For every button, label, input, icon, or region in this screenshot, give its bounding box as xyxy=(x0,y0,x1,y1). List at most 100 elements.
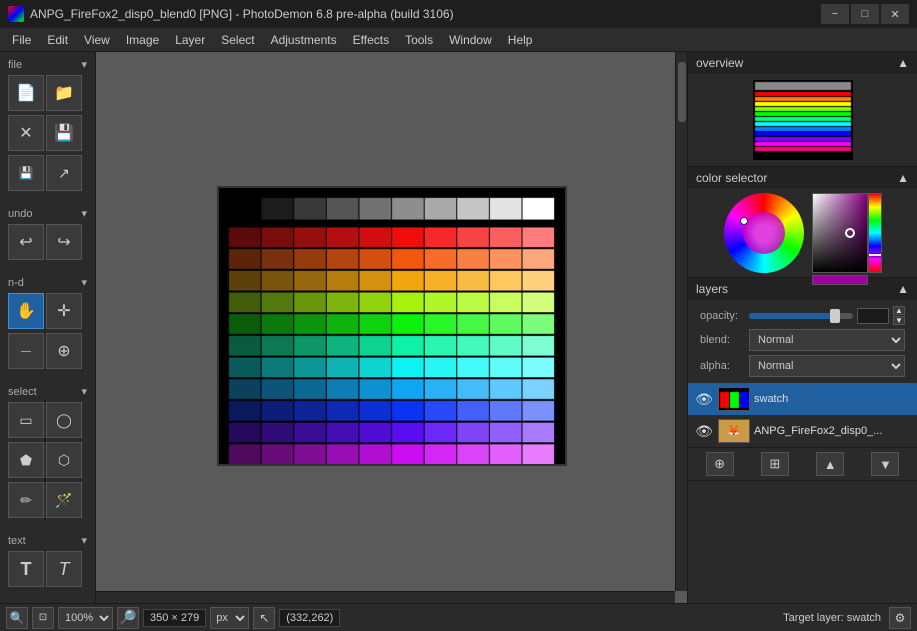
horizontal-scrollbar[interactable] xyxy=(96,591,675,603)
export-button[interactable]: ↗ xyxy=(46,155,82,191)
move-layer-down-button[interactable]: ▼ xyxy=(871,452,899,476)
opacity-spinners: ▲ ▼ xyxy=(893,306,905,325)
opacity-slider[interactable] xyxy=(749,313,853,319)
layer-visibility-firefox[interactable]: 👁 xyxy=(694,421,714,441)
undo-button[interactable]: ↩ xyxy=(8,224,44,260)
color-wheel-selector[interactable] xyxy=(740,217,748,225)
unit-select[interactable]: px % cm xyxy=(210,607,249,629)
text-section-toggle[interactable]: ▾ xyxy=(81,534,87,547)
text-section: text ▾ T T xyxy=(0,528,95,593)
ellipse-select-tool[interactable]: ◯ xyxy=(46,402,82,438)
color-picker-cursor xyxy=(845,228,855,238)
close-button-tool[interactable]: ✕ xyxy=(8,115,44,151)
move-layer-up-button[interactable]: ▲ xyxy=(816,452,844,476)
layer-item-firefox[interactable]: 👁 🦊 ANPG_FireFox2_disp0_... xyxy=(688,415,917,447)
overview-collapse-icon[interactable]: ▲ xyxy=(897,56,909,70)
zoom-in-button[interactable]: 🔎 xyxy=(117,607,139,629)
opacity-fill xyxy=(749,313,832,319)
zoom-out-button[interactable]: 🔍 xyxy=(6,607,28,629)
pan-tool[interactable]: ✋ xyxy=(8,293,44,329)
menu-item-select[interactable]: Select xyxy=(213,29,262,51)
menu-item-file[interactable]: File xyxy=(4,29,39,51)
menu-item-window[interactable]: Window xyxy=(441,29,500,51)
overview-title: overview xyxy=(696,56,743,70)
menu-item-tools[interactable]: Tools xyxy=(397,29,441,51)
coord-display: (332,262) xyxy=(279,609,340,627)
nd-section-toggle[interactable]: ▾ xyxy=(81,276,87,289)
menu-item-help[interactable]: Help xyxy=(500,29,541,51)
hue-indicator xyxy=(869,254,881,256)
color-selector-collapse-icon[interactable]: ▲ xyxy=(897,171,909,185)
italic-text-tool[interactable]: T xyxy=(46,551,82,587)
move-tool[interactable]: ✛ xyxy=(46,293,82,329)
open-button[interactable]: 📁 xyxy=(46,75,82,111)
nd-tool4[interactable]: ⊕ xyxy=(46,333,82,369)
text-section-label: text xyxy=(8,535,26,547)
vertical-scrollbar[interactable] xyxy=(675,52,687,591)
alpha-select[interactable]: Normal Multiply Screen xyxy=(749,355,905,377)
color-wheel-inner xyxy=(743,212,785,254)
menu-item-edit[interactable]: Edit xyxy=(39,29,76,51)
save-button[interactable]: 💾 xyxy=(46,115,82,151)
file-section: file ▾ 📄 📁 ✕ 💾 💾 ↗ xyxy=(0,52,95,197)
rect-select-tool[interactable]: ▭ xyxy=(8,402,44,438)
save-copy-button[interactable]: 💾 xyxy=(8,155,44,191)
color-picker-hue-bar[interactable] xyxy=(868,193,882,273)
opacity-thumb[interactable] xyxy=(830,309,840,323)
close-button[interactable]: ✕ xyxy=(881,4,909,24)
redo-button[interactable]: ↪ xyxy=(46,224,82,260)
menu-item-image[interactable]: Image xyxy=(118,29,167,51)
new-button[interactable]: 📄 xyxy=(8,75,44,111)
canvas-image[interactable] xyxy=(217,186,567,466)
merge-visible-button[interactable]: ⊞ xyxy=(761,452,789,476)
menu-item-layer[interactable]: Layer xyxy=(167,29,213,51)
text-tool[interactable]: T xyxy=(8,551,44,587)
opacity-up[interactable]: ▲ xyxy=(893,306,905,315)
layer-visibility-swatch[interactable]: 👁 xyxy=(694,389,714,409)
blend-select[interactable]: Normal Multiply Screen Overlay xyxy=(749,329,905,351)
color-selector-title: color selector xyxy=(696,171,767,185)
canvas-area[interactable] xyxy=(96,52,687,603)
color-picker-gradient[interactable] xyxy=(812,193,868,273)
left-toolbar: file ▾ 📄 📁 ✕ 💾 💾 ↗ undo ▾ xyxy=(0,52,96,603)
select-section-toggle[interactable]: ▾ xyxy=(81,385,87,398)
layer-item-swatch[interactable]: 👁 swatch xyxy=(688,383,917,415)
layer-thumb-swatch xyxy=(718,387,750,411)
nd-tool3[interactable]: — xyxy=(8,333,44,369)
file-section-toggle[interactable]: ▾ xyxy=(81,58,87,71)
color-selector-section: color selector ▲ xyxy=(688,167,917,278)
pencil-tool[interactable]: ✏ xyxy=(8,482,44,518)
opacity-down[interactable]: ▼ xyxy=(893,316,905,325)
magic-wand-tool[interactable]: ⬡ xyxy=(46,442,82,478)
lasso-tool[interactable]: ⬟ xyxy=(8,442,44,478)
layer-name-firefox: ANPG_FireFox2_disp0_... xyxy=(754,425,911,437)
color-wheel-container[interactable] xyxy=(724,193,804,273)
undo-section-label: undo xyxy=(8,208,32,220)
right-panel: overview ▲ color selector ▲ xyxy=(687,52,917,603)
layers-header[interactable]: layers ▲ xyxy=(688,278,917,300)
color-picker-container[interactable] xyxy=(812,193,882,273)
overview-header[interactable]: overview ▲ xyxy=(688,52,917,74)
opacity-value-input[interactable]: 100 xyxy=(857,308,889,324)
menu-item-effects[interactable]: Effects xyxy=(345,29,397,51)
overview-section: overview ▲ xyxy=(688,52,917,167)
menu-item-view[interactable]: View xyxy=(76,29,118,51)
undo-section-toggle[interactable]: ▾ xyxy=(81,207,87,220)
layers-title: layers xyxy=(696,282,728,296)
maximize-button[interactable]: □ xyxy=(851,4,879,24)
minimize-button[interactable]: − xyxy=(821,4,849,24)
color-selector-header[interactable]: color selector ▲ xyxy=(688,167,917,189)
merge-down-button[interactable]: ⊕ xyxy=(706,452,734,476)
menu-item-adjustments[interactable]: Adjustments xyxy=(263,29,345,51)
layers-collapse-icon[interactable]: ▲ xyxy=(897,282,909,296)
image-size: 350 × 279 xyxy=(143,609,206,627)
layers-section: layers ▲ opacity: 100 ▲ ▼ xyxy=(688,278,917,481)
color-preview xyxy=(812,275,868,285)
zoom-select[interactable]: 25% 50% 75% 100% 150% 200% xyxy=(58,607,113,629)
paint-section: paint ▾ 🖊 xyxy=(0,597,95,603)
blend-label: blend: xyxy=(700,334,745,346)
heal-tool[interactable]: 🪄 xyxy=(46,482,82,518)
vertical-scroll-thumb[interactable] xyxy=(678,62,686,122)
settings-button[interactable]: ⚙ xyxy=(889,607,911,629)
zoom-fit-button[interactable]: ⊡ xyxy=(32,607,54,629)
